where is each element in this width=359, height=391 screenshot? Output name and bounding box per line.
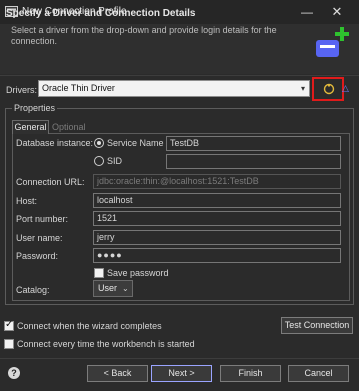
help-icon[interactable]: ?: [8, 367, 20, 379]
chevron-down-icon[interactable]: ⌄: [122, 281, 132, 296]
chevron-down-icon[interactable]: ▾: [297, 80, 309, 97]
connect-on-complete-checkbox[interactable]: [4, 319, 14, 331]
header-separator: [0, 75, 359, 76]
tab-optional[interactable]: Optional: [50, 121, 86, 134]
connection-url-label: Connection URL:: [16, 177, 85, 187]
port-number-label: Port number:: [16, 214, 69, 224]
sid-label: SID: [107, 156, 123, 166]
new-connection-wizard-icon: [316, 27, 349, 57]
user-name-input[interactable]: jerry: [93, 230, 341, 245]
tab-general[interactable]: General: [12, 120, 49, 134]
password-label: Password:: [16, 251, 59, 261]
next-button[interactable]: Next >: [151, 365, 212, 382]
cancel-button[interactable]: Cancel: [288, 365, 349, 382]
save-password-label: Save password: [107, 268, 169, 278]
edit-driver-icon: [323, 83, 335, 95]
finish-button[interactable]: Finish: [220, 365, 281, 382]
back-button[interactable]: < Back: [87, 365, 148, 382]
drivers-dropdown[interactable]: Oracle Thin Driver: [38, 80, 310, 97]
properties-group-label: Properties: [12, 103, 58, 113]
service-name-input[interactable]: TestDB: [166, 136, 341, 151]
close-button[interactable]: ✕: [322, 2, 352, 22]
triangle-up-icon: △: [342, 83, 349, 93]
page-description: Select a driver from the drop-down and p…: [11, 25, 277, 46]
host-input[interactable]: localhost: [93, 193, 341, 208]
user-name-label: User name:: [16, 233, 63, 243]
host-label: Host:: [16, 196, 38, 206]
port-number-input[interactable]: 1521: [93, 211, 341, 226]
connect-every-start-label: Connect every time the workbench is star…: [17, 339, 195, 349]
connect-every-start-checkbox[interactable]: [4, 339, 14, 349]
connection-url-field: jdbc:oracle:thin:@localhost:1521:TestDB: [93, 174, 341, 189]
edit-driver-button[interactable]: [312, 77, 344, 101]
service-name-label: Service Name: [107, 138, 164, 148]
service-name-radio[interactable]: [94, 138, 104, 148]
sid-input[interactable]: [166, 154, 341, 169]
database-instance-label: Database instance:: [16, 138, 94, 148]
test-connection-button[interactable]: Test Connection: [281, 317, 353, 334]
minimize-button[interactable]: —: [296, 2, 318, 22]
sid-radio[interactable]: [94, 156, 104, 166]
drivers-label: Drivers:: [6, 85, 37, 95]
catalog-label: Catalog:: [16, 285, 50, 295]
connect-on-complete-label: Connect when the wizard completes: [17, 321, 162, 331]
page-title: Specify a Driver and Connection Details: [6, 8, 196, 19]
save-password-checkbox[interactable]: [94, 268, 104, 278]
password-input[interactable]: ●●●●: [93, 248, 341, 263]
footer-separator: [0, 358, 359, 359]
